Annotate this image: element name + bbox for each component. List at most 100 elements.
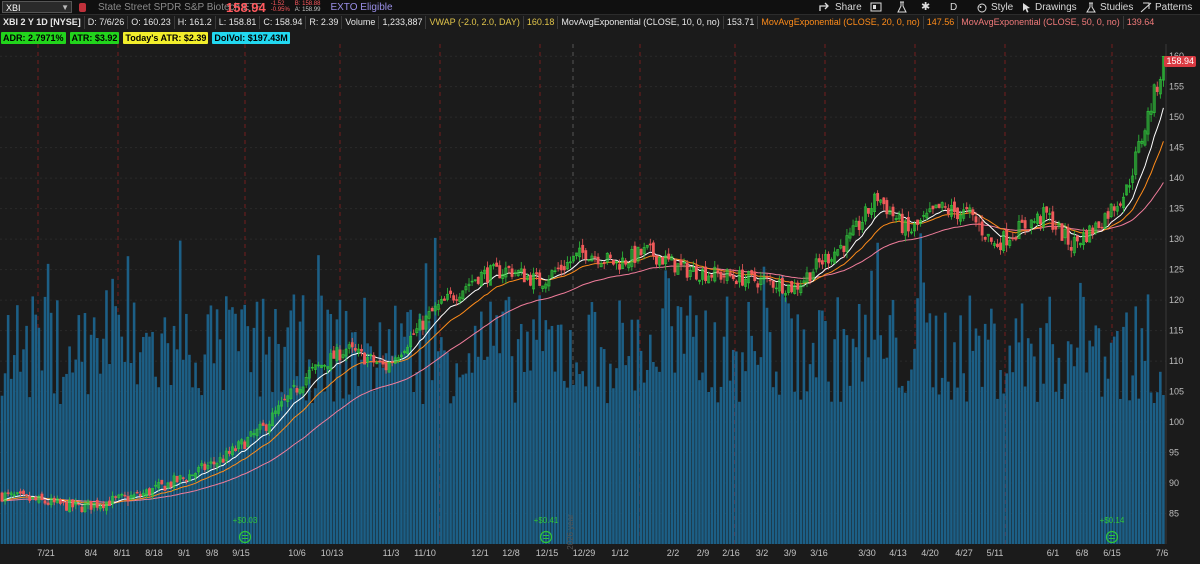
volume-bar — [728, 380, 732, 544]
candle-body — [753, 271, 757, 282]
volume-bar — [854, 347, 858, 544]
candle-body — [977, 223, 981, 225]
chart-settings-icon[interactable] — [870, 1, 882, 13]
volume-bar — [685, 315, 689, 544]
volume-bar — [725, 296, 729, 544]
volume-bar — [913, 348, 916, 544]
volume-bar — [802, 329, 806, 544]
volume-bar — [446, 352, 449, 544]
date-axis-label: 8/18 — [145, 548, 163, 558]
volume-bar — [1146, 294, 1150, 544]
ma20-label[interactable]: MovAvgExponential (CLOSE, 20, 0, no) — [757, 15, 922, 29]
volume-bar — [538, 295, 541, 544]
volume-bar — [172, 325, 176, 544]
volume-bar — [735, 351, 738, 544]
header-close: C: 158.94 — [259, 15, 305, 29]
candle-body — [34, 497, 38, 501]
volume-bar — [759, 357, 763, 544]
volume-bar — [547, 329, 551, 544]
volume-bar — [639, 350, 643, 544]
volume-bar — [344, 310, 348, 544]
volume-bar — [163, 317, 167, 544]
price-chart[interactable]: 85 90 95 100 105 110 115 120 125 130 135 140 145 150 1… — [0, 44, 1200, 564]
volume-bar — [329, 314, 333, 544]
volume-bar — [701, 372, 704, 544]
volume-bar — [412, 392, 416, 544]
volume-bar — [1125, 312, 1128, 544]
volume-bar — [648, 334, 652, 544]
ma10-label[interactable]: MovAvgExponential (CLOSE, 10, 0, no) — [557, 15, 722, 29]
volume-bar — [882, 358, 886, 544]
volume-bar — [3, 373, 7, 544]
exto-eligible: EXTO Eligible — [330, 1, 393, 13]
volume-bar — [1149, 392, 1153, 544]
candle-body — [1011, 237, 1015, 240]
volume-bar — [304, 400, 308, 544]
cursor-icon — [1023, 2, 1030, 12]
gear-icon[interactable]: ✱ — [921, 0, 933, 13]
patterns-button[interactable]: Patterns — [1140, 0, 1192, 14]
flask-icon[interactable] — [896, 1, 908, 13]
volume-bar — [673, 372, 677, 544]
candle-body — [1069, 247, 1073, 251]
volume-bar — [188, 354, 191, 544]
volume-bar — [778, 394, 781, 544]
volume-bar — [790, 318, 793, 544]
date-axis-label: 8/11 — [114, 548, 131, 558]
candle-body — [651, 242, 655, 257]
volume-bar — [627, 356, 631, 544]
studies-button[interactable]: Studies — [1085, 0, 1133, 14]
candle-body — [65, 501, 68, 511]
chart-title: XBI 2 Y 1D [NYSE] — [3, 16, 81, 27]
date-axis-label: 7/6 — [1156, 548, 1169, 558]
candle-body — [943, 206, 947, 208]
style-button[interactable]: Style — [976, 0, 1013, 14]
volume-bar — [218, 339, 222, 544]
volume-bar — [774, 371, 778, 544]
share-button[interactable]: Share — [819, 0, 862, 14]
volume-bar — [298, 321, 302, 544]
candle-body — [704, 266, 708, 281]
volume-bar — [473, 325, 477, 544]
symbol-selector[interactable]: XBI ▼ — [2, 1, 72, 13]
candle-body — [486, 267, 489, 283]
volume-bar — [664, 270, 667, 544]
candle-body — [58, 499, 62, 504]
candle-body — [1066, 227, 1070, 245]
volume-bar — [452, 396, 455, 544]
adr-badge: ADR: 2.7971% — [1, 32, 66, 44]
dividend-amount: +$0.14 — [1100, 516, 1125, 525]
candle-body — [611, 259, 615, 265]
date-axis-label: 1/12 — [611, 548, 629, 558]
candle-body — [1005, 229, 1009, 246]
candle-body — [212, 461, 216, 465]
volume-bar — [851, 338, 855, 544]
flag-icon[interactable] — [79, 2, 86, 12]
candle-body — [956, 207, 959, 220]
candle-body — [264, 424, 268, 431]
drawings-button[interactable]: Drawings — [1022, 0, 1077, 14]
volume-bar — [341, 398, 345, 544]
drawings-label: Drawings — [1035, 1, 1077, 13]
candle-body — [667, 253, 671, 260]
volume-bar — [645, 369, 649, 544]
volume-bar — [77, 315, 81, 544]
volume-bar — [1137, 398, 1141, 544]
period-button[interactable]: D — [950, 0, 957, 14]
volume-label[interactable]: Volume — [341, 15, 378, 29]
candle-body — [6, 492, 10, 494]
ma50-label[interactable]: MovAvgExponential (CLOSE, 50, 0, no) — [957, 15, 1122, 29]
style-icon — [977, 3, 987, 12]
volume-bar — [857, 303, 861, 544]
candle-body — [974, 216, 978, 223]
vwap-value: 160.18 — [522, 15, 558, 29]
candle-body — [728, 272, 732, 277]
volume-bar — [181, 359, 185, 544]
volume-bar — [504, 300, 508, 544]
volume-bar — [713, 322, 717, 544]
volume-bar — [464, 373, 468, 544]
vwap-label[interactable]: VWAP (-2.0, 2.0, DAY) — [425, 15, 522, 29]
volume-bar — [99, 373, 102, 544]
style-label: Style — [991, 1, 1014, 13]
date-axis-label: 6/1 — [1047, 548, 1060, 558]
